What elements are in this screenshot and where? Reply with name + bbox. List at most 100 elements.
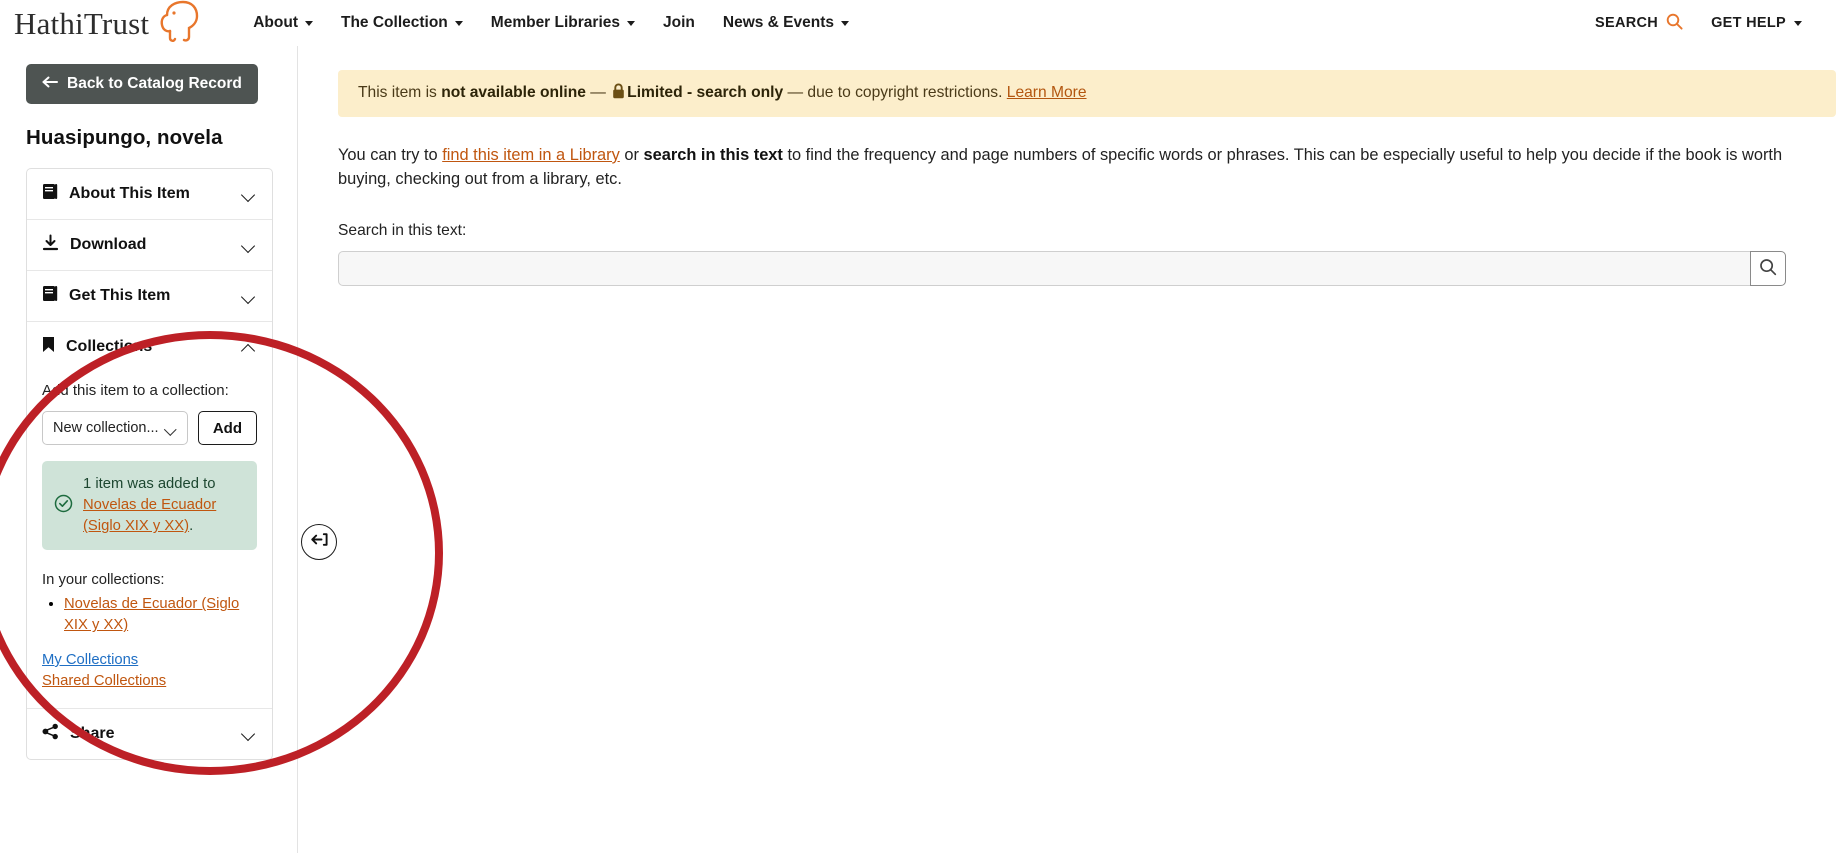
shared-collections-link[interactable]: Shared Collections bbox=[42, 671, 257, 692]
nav-item-news-events[interactable]: News & Events bbox=[709, 8, 863, 38]
my-collections-link[interactable]: My Collections bbox=[42, 652, 257, 668]
collection-link[interactable]: Novelas de Ecuador (Siglo XIX y XX) bbox=[64, 596, 239, 633]
sidebar-section-about-this-item: About This Item bbox=[27, 169, 272, 220]
notice-text-2: due to copyright restrictions. bbox=[807, 84, 1007, 101]
sidebar-accordion: About This Item Download Get This Item C… bbox=[26, 168, 273, 760]
notice-text-1: This item is bbox=[358, 84, 442, 101]
bookmark-icon bbox=[42, 336, 55, 358]
header-utilities: SEARCH GET HELP bbox=[1583, 7, 1814, 40]
book-icon bbox=[42, 183, 58, 205]
main-navigation: About The Collection Member Libraries Jo… bbox=[239, 8, 863, 38]
check-circle-icon bbox=[54, 494, 73, 518]
chevron-down-icon bbox=[242, 190, 257, 199]
collections-panel: Add this item to a collection: New colle… bbox=[27, 372, 272, 708]
page-body: Back to Catalog Record Huasipungo, novel… bbox=[0, 46, 1836, 853]
success-suffix: . bbox=[189, 518, 194, 535]
nav-label: Member Libraries bbox=[490, 14, 620, 31]
search-icon bbox=[1666, 13, 1683, 34]
notice-bold-2: Limited - search only bbox=[627, 84, 784, 101]
chevron-down-icon bbox=[166, 425, 177, 432]
chevron-down-icon bbox=[627, 20, 635, 26]
sidebar-section-label: About This Item bbox=[69, 185, 190, 202]
sidebar-section-about-this-item-header[interactable]: About This Item bbox=[27, 169, 272, 219]
arrow-left-icon bbox=[42, 75, 58, 93]
add-to-collection-row: New collection... Add bbox=[42, 411, 257, 445]
chevron-down-icon bbox=[1794, 20, 1802, 26]
nav-item-about[interactable]: About bbox=[239, 8, 327, 38]
intro-t1: You can try to bbox=[338, 146, 443, 164]
site-header: HathiTrust About The Collection Member L… bbox=[0, 0, 1836, 46]
sidebar-section-get-this-item: Get This Item bbox=[27, 271, 272, 322]
sidebar-section-get-this-item-header[interactable]: Get This Item bbox=[27, 271, 272, 321]
sidebar-section-download-header[interactable]: Download bbox=[27, 220, 272, 270]
book-icon bbox=[42, 285, 58, 307]
sidebar-section-download: Download bbox=[27, 220, 272, 271]
chevron-up-icon bbox=[242, 343, 257, 352]
learn-more-link[interactable]: Learn More bbox=[1007, 84, 1087, 101]
item-sidebar: Back to Catalog Record Huasipungo, novel… bbox=[0, 46, 337, 853]
sidebar-section-label: Get This Item bbox=[69, 287, 171, 304]
notice-bold-1: not available online bbox=[441, 84, 586, 101]
collection-select[interactable]: New collection... bbox=[42, 411, 188, 445]
back-button-label: Back to Catalog Record bbox=[67, 75, 242, 92]
sidebar-section-share-header[interactable]: Share bbox=[27, 709, 272, 759]
availability-notice: This item is not available online — Limi… bbox=[338, 70, 1836, 117]
collection-select-value: New collection... bbox=[53, 420, 159, 436]
search-in-text-bar bbox=[338, 250, 1786, 286]
collection-links: My Collections Shared Collections bbox=[42, 652, 257, 692]
intro-paragraph: You can try to find this item in a Libra… bbox=[338, 143, 1803, 192]
get-help-label: GET HELP bbox=[1711, 15, 1786, 31]
nav-label: About bbox=[253, 14, 298, 31]
nav-item-member-libraries[interactable]: Member Libraries bbox=[477, 8, 649, 38]
search-button[interactable]: SEARCH bbox=[1583, 7, 1695, 40]
sidebar-section-share: Share bbox=[27, 709, 272, 759]
page-title: Huasipungo, novela bbox=[26, 126, 223, 149]
sidebar-section-collections: Collections Add this item to a collectio… bbox=[27, 322, 272, 709]
list-item: Novelas de Ecuador (Siglo XIX y XX) bbox=[64, 594, 257, 635]
nav-label: News & Events bbox=[722, 14, 835, 31]
add-to-collection-button[interactable]: Add bbox=[197, 411, 257, 445]
site-logo[interactable]: HathiTrust bbox=[14, 0, 199, 48]
chevron-down-icon bbox=[454, 20, 463, 26]
success-collection-link[interactable]: Novelas de Ecuador (Siglo XIX y XX) bbox=[83, 497, 216, 534]
collapse-sidebar-icon bbox=[310, 531, 329, 553]
search-button-label: SEARCH bbox=[1595, 15, 1659, 31]
sidebar-section-label: Download bbox=[70, 236, 147, 253]
chevron-down-icon bbox=[242, 729, 257, 738]
share-icon bbox=[42, 723, 59, 745]
search-in-text-submit-button[interactable] bbox=[1750, 250, 1786, 286]
collection-success-alert: 1 item was added to Novelas de Ecuador (… bbox=[42, 461, 257, 551]
main-content: This item is not available online — Limi… bbox=[298, 46, 1836, 286]
in-your-collections-label: In your collections: bbox=[42, 572, 165, 589]
intro-bold: search in this text bbox=[643, 146, 783, 164]
chevron-down-icon bbox=[841, 20, 850, 26]
nav-item-the-collection[interactable]: The Collection bbox=[327, 8, 477, 38]
collapse-sidebar-button[interactable] bbox=[301, 524, 337, 560]
sidebar-section-collections-header[interactable]: Collections bbox=[27, 322, 272, 372]
get-help-button[interactable]: GET HELP bbox=[1699, 9, 1814, 37]
lock-icon bbox=[612, 83, 625, 103]
back-to-catalog-record-button[interactable]: Back to Catalog Record bbox=[26, 64, 258, 104]
find-in-library-link[interactable]: find this item in a Library bbox=[442, 146, 620, 164]
nav-item-join[interactable]: Join bbox=[649, 8, 709, 38]
search-in-text-input[interactable] bbox=[338, 250, 1750, 286]
nav-label: Join bbox=[663, 14, 695, 31]
sidebar-section-label: Share bbox=[70, 724, 115, 742]
notice-dash-2: — bbox=[783, 84, 808, 101]
chevron-down-icon bbox=[242, 241, 257, 250]
logo-text: HathiTrust bbox=[14, 5, 150, 41]
collection-success-text: 1 item was added to Novelas de Ecuador (… bbox=[83, 474, 243, 537]
in-your-collections-list: Novelas de Ecuador (Siglo XIX y XX) bbox=[42, 594, 257, 635]
chevron-down-icon bbox=[304, 20, 313, 26]
elephant-logo-icon bbox=[153, 0, 199, 48]
chevron-down-icon bbox=[242, 292, 257, 301]
intro-t2: or bbox=[619, 146, 644, 164]
search-in-text-label: Search in this text: bbox=[338, 221, 467, 239]
notice-dash-1: — bbox=[585, 84, 611, 101]
sidebar-section-label: Collections bbox=[66, 338, 153, 355]
success-prefix: 1 item was added to bbox=[83, 476, 216, 492]
add-to-collection-label: Add this item to a collection: bbox=[42, 382, 229, 399]
search-icon bbox=[1759, 258, 1777, 279]
nav-label: The Collection bbox=[340, 14, 448, 31]
download-icon bbox=[42, 234, 59, 256]
